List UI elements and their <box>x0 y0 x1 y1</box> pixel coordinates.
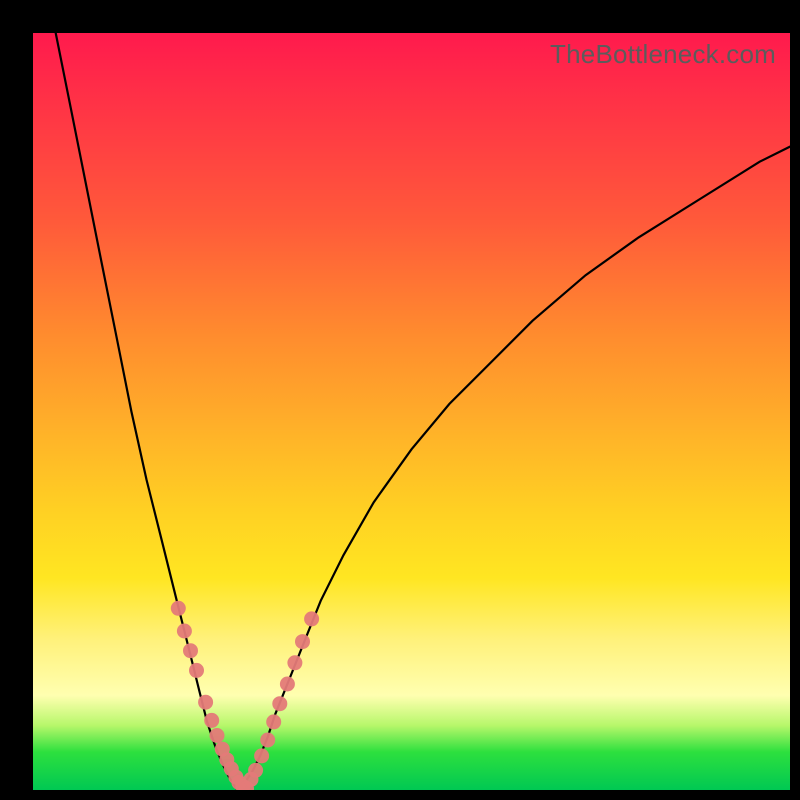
data-marker <box>198 695 213 710</box>
data-marker <box>171 601 186 616</box>
data-marker <box>183 643 198 658</box>
plot-area: TheBottleneck.com <box>33 33 790 790</box>
data-marker <box>260 733 275 748</box>
data-marker <box>254 748 269 763</box>
data-marker <box>304 611 319 626</box>
data-marker <box>248 763 263 778</box>
data-marker <box>177 624 192 639</box>
data-marker <box>272 696 287 711</box>
data-marker <box>204 713 219 728</box>
data-marker <box>295 634 310 649</box>
data-marker <box>210 728 225 743</box>
data-marker <box>189 663 204 678</box>
markers-right <box>244 611 320 787</box>
data-marker <box>280 677 295 692</box>
curve-left-branch <box>56 33 238 790</box>
markers-left <box>171 601 254 790</box>
chart-frame: TheBottleneck.com <box>0 0 800 800</box>
data-marker <box>266 714 281 729</box>
curve-right-branch <box>237 147 790 790</box>
chart-svg <box>33 33 790 790</box>
data-marker <box>287 655 302 670</box>
